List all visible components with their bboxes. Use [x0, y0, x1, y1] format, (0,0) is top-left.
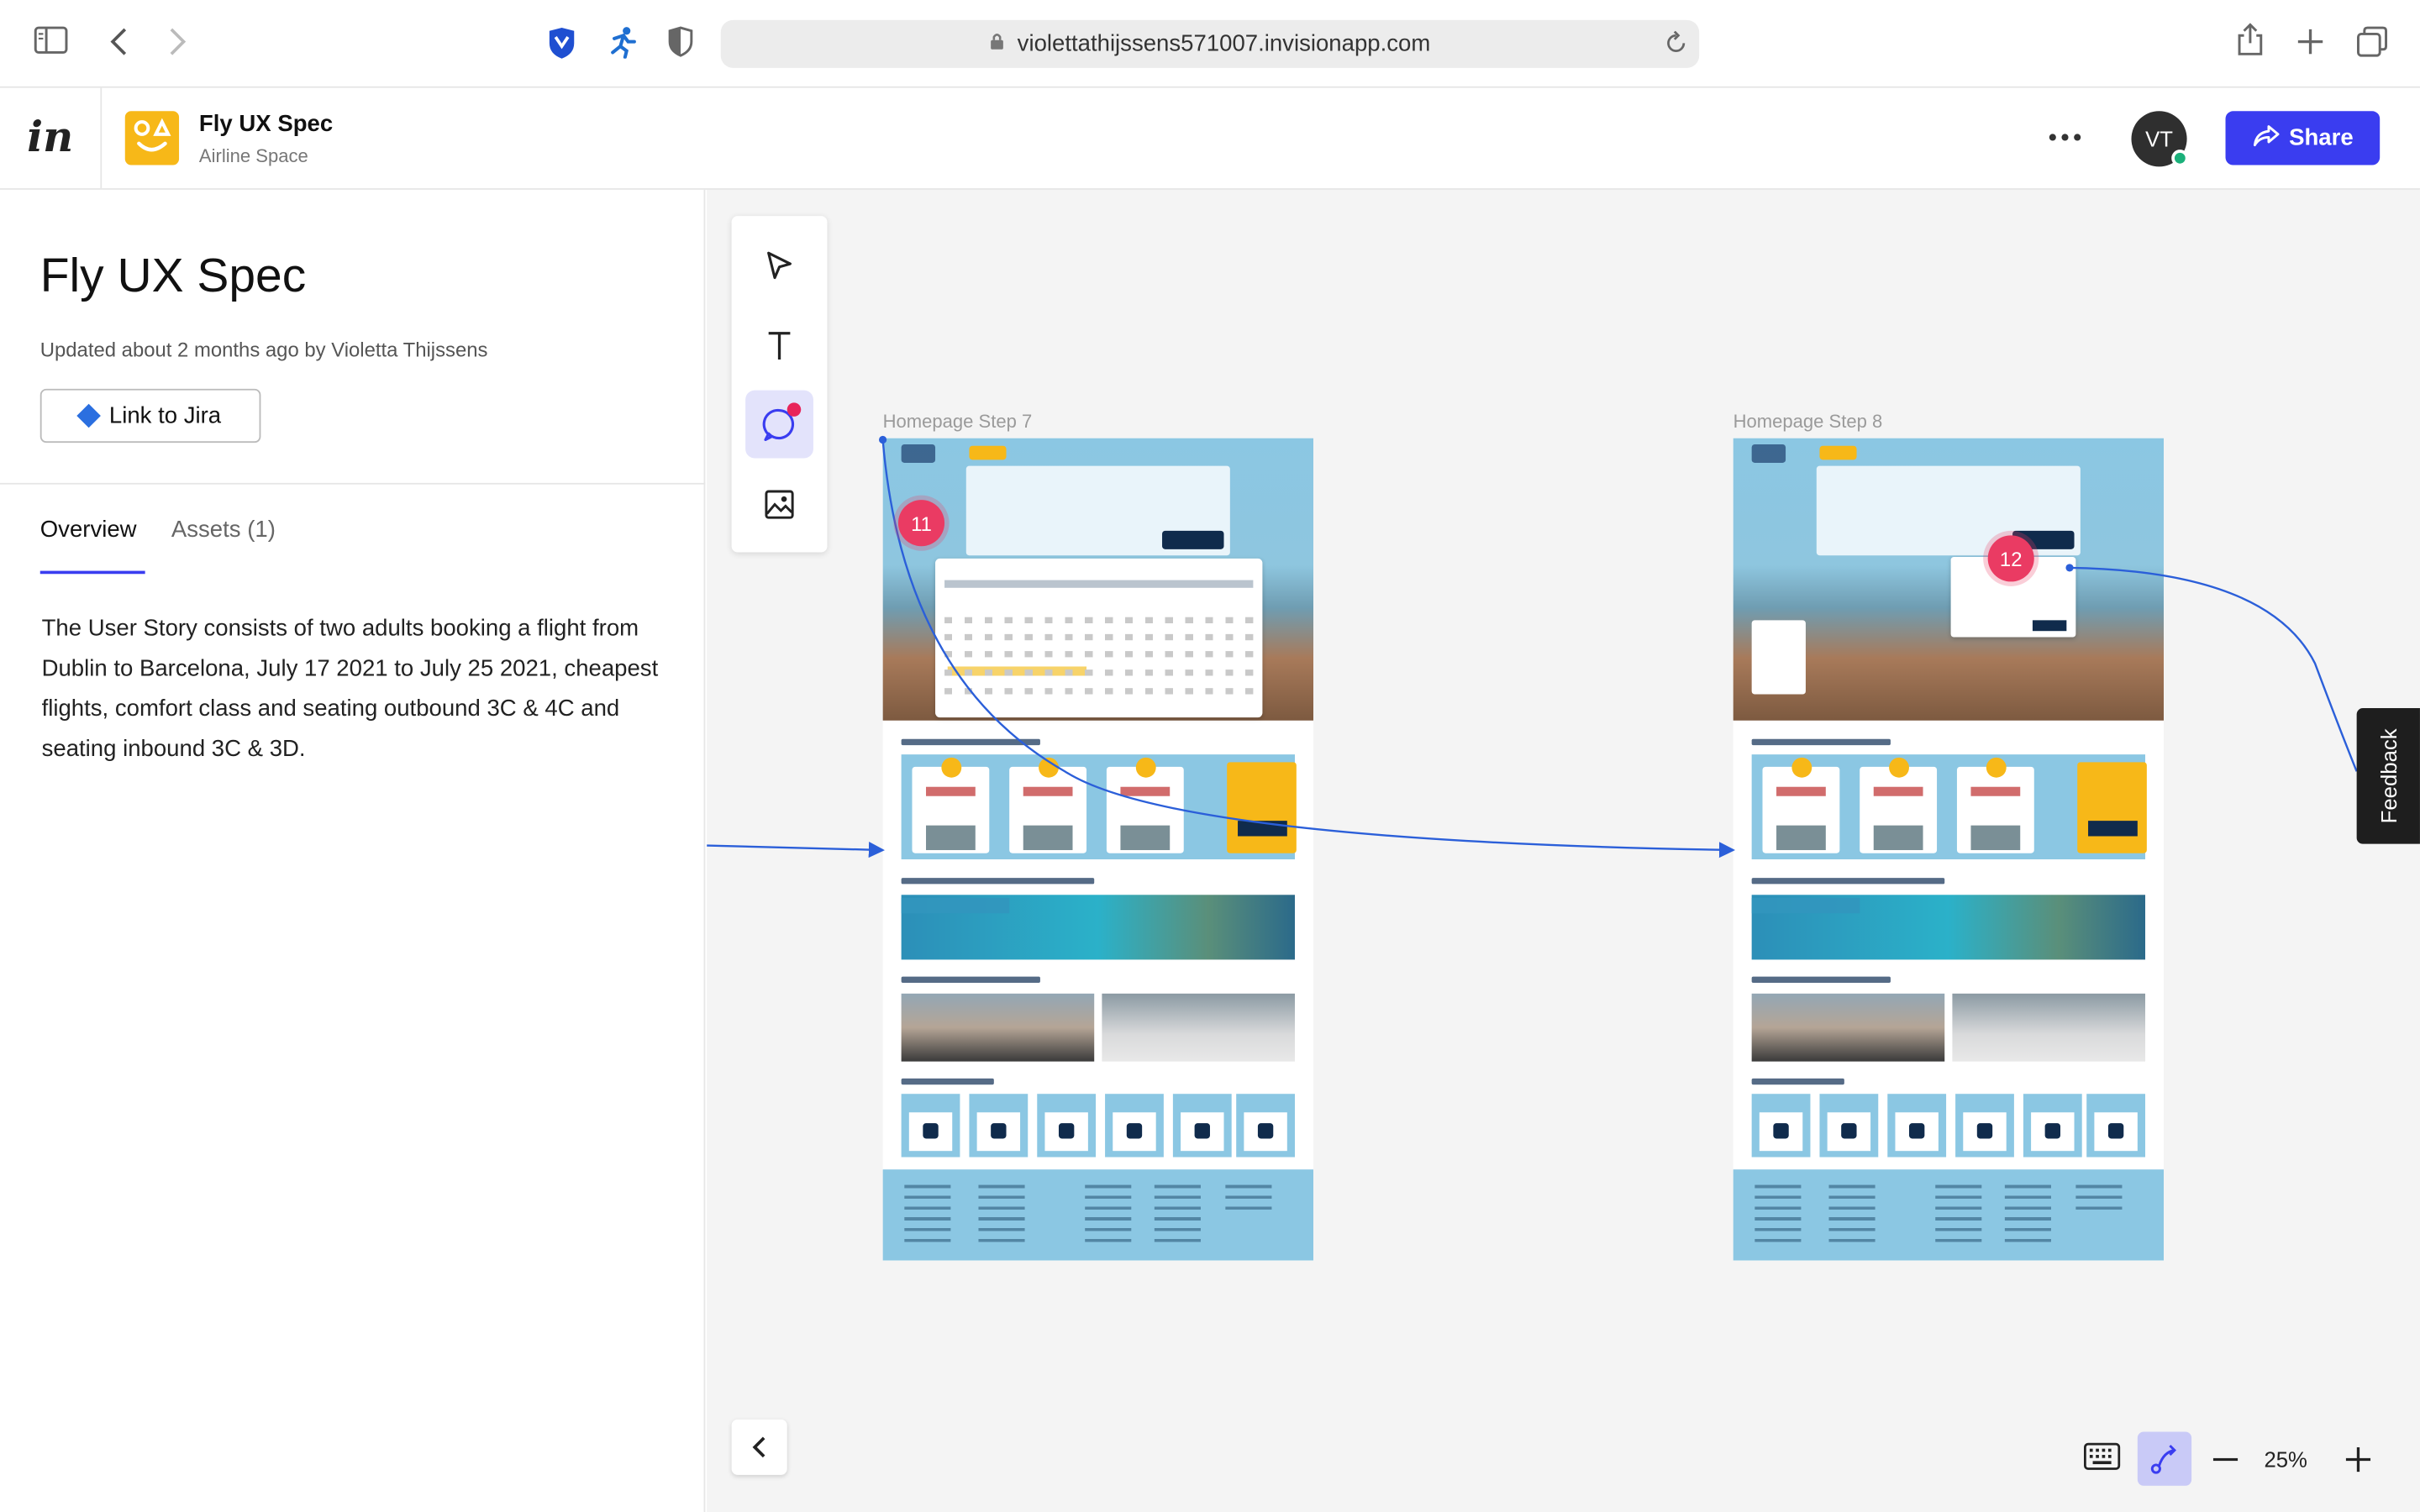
updated-info: Updated about 2 months ago by Violetta T…	[39, 338, 488, 361]
mock-hotels	[1952, 993, 2146, 1062]
mock-footer	[1733, 1169, 2165, 1261]
share-page-icon[interactable]	[2236, 23, 2264, 57]
mock-section-title	[1751, 878, 1945, 885]
comment-tool[interactable]	[745, 390, 813, 459]
mock-car-rental	[1751, 993, 1945, 1062]
mock-section-title	[1751, 976, 1891, 983]
privacy-shield-icon[interactable]	[666, 26, 694, 57]
mock-search-form	[1816, 465, 2081, 556]
zoom-level[interactable]: 25%	[2264, 1447, 2307, 1472]
mock-services	[1751, 1094, 2146, 1158]
link-to-jira-button[interactable]: Link to Jira	[39, 388, 261, 444]
mock-section-title	[901, 878, 1095, 885]
mock-promo-card	[1751, 620, 1806, 695]
tab-overview[interactable]: Overview	[40, 517, 137, 543]
jira-icon	[76, 403, 101, 428]
project-space-name[interactable]: Airline Space	[199, 145, 308, 167]
image-tool[interactable]	[745, 470, 813, 538]
mock-section-title	[901, 738, 1040, 746]
select-tool[interactable]	[745, 232, 813, 300]
text-tool[interactable]	[745, 312, 813, 380]
invision-logo[interactable]: in	[0, 87, 103, 189]
reload-icon[interactable]	[1665, 30, 1687, 60]
feedback-tab[interactable]: Feedback	[2356, 708, 2420, 844]
mock-section-title	[901, 1078, 994, 1085]
sidebar-toggle-icon[interactable]	[34, 26, 68, 54]
user-story-description: The User Story consists of two adults bo…	[41, 615, 659, 763]
mock-car-rental	[901, 993, 1095, 1062]
project-title[interactable]: Fly UX Spec	[199, 111, 333, 137]
runner-extension-icon[interactable]	[605, 24, 639, 59]
mock-footer	[882, 1169, 1314, 1261]
mock-navbar	[883, 438, 1313, 470]
mock-services	[901, 1094, 1295, 1158]
mock-deals	[1751, 754, 2147, 860]
mock-section-title	[901, 976, 1040, 983]
show-links-toggle[interactable]	[2137, 1431, 2192, 1486]
mock-section-title	[1751, 738, 1891, 746]
share-icon	[2252, 124, 2280, 152]
zoom-in-button[interactable]	[2341, 1442, 2375, 1476]
mock-hotels	[1102, 993, 1295, 1062]
notification-dot	[786, 402, 802, 417]
details-panel: Fly UX Spec Updated about 2 months ago b…	[0, 189, 706, 1512]
mock-deals	[901, 754, 1297, 860]
more-options-button[interactable]	[2042, 118, 2088, 155]
avatar-initials: VT	[2145, 126, 2173, 151]
mock-search-form	[965, 465, 1230, 556]
panel-title: Fly UX Spec	[39, 248, 307, 302]
tab-overview-icon[interactable]	[2357, 26, 2390, 59]
artboard-homepage-step-8[interactable]	[1733, 438, 2165, 1261]
project-thumbnail	[124, 111, 180, 165]
shield-extension-icon[interactable]	[546, 26, 577, 60]
mock-destination-banner	[1751, 895, 2146, 960]
address-bar[interactable]: violettathijssens571007.invisionapp.com	[720, 19, 1700, 68]
tab-assets[interactable]: Assets (1)	[171, 517, 276, 543]
mock-date-picker	[935, 558, 1263, 718]
collapse-panel-button[interactable]	[731, 1419, 787, 1475]
artboard-homepage-step-7[interactable]	[882, 438, 1314, 1261]
feedback-label: Feedback	[2375, 728, 2402, 824]
keyboard-shortcuts-icon[interactable]	[2084, 1442, 2121, 1478]
hotspot-badge[interactable]: 11	[897, 500, 945, 547]
share-button[interactable]: Share	[2225, 111, 2381, 165]
back-icon[interactable]	[108, 26, 130, 57]
artboard-label-step-7[interactable]: Homepage Step 7	[883, 411, 1033, 433]
user-avatar[interactable]: VT	[2131, 111, 2189, 167]
hotspot-badge[interactable]: 12	[1987, 535, 2034, 582]
app-header: in Fly UX Spec Airline Space VT Share	[0, 87, 2420, 190]
mock-section-title	[1751, 1078, 1844, 1085]
artboard-label-step-8[interactable]: Homepage Step 8	[1733, 411, 1883, 433]
new-tab-icon[interactable]	[2296, 28, 2324, 55]
online-status-dot	[2171, 150, 2189, 167]
zoom-out-button[interactable]	[2208, 1442, 2242, 1476]
jira-label: Link to Jira	[108, 402, 222, 429]
canvas-toolbar	[731, 216, 828, 553]
url-text: violettathijssens571007.invisionapp.com	[1017, 30, 1431, 57]
browser-toolbar: violettathijssens571007.invisionapp.com	[0, 0, 2420, 88]
mock-destination-banner	[901, 895, 1295, 960]
mock-navbar	[1733, 438, 2164, 470]
divider	[0, 482, 706, 485]
forward-icon[interactable]	[166, 26, 188, 57]
lock-icon	[990, 31, 1005, 57]
share-label: Share	[2289, 124, 2354, 151]
active-tab-indicator	[39, 570, 145, 575]
